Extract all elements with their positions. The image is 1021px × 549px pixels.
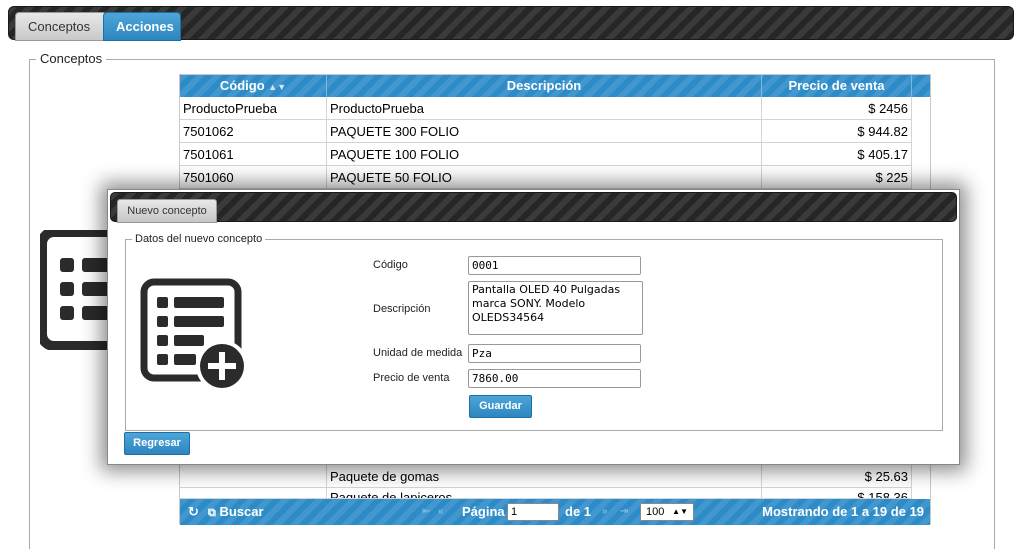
column-header-precio[interactable]: Precio de venta: [762, 75, 912, 97]
unidad-label: Unidad de medida: [373, 347, 463, 359]
precio-label: Precio de venta: [373, 372, 450, 384]
codigo-label: Código: [373, 259, 408, 271]
cell-precio: $ 225: [762, 166, 912, 189]
cell-codigo: 7501060: [180, 166, 327, 189]
cell-codigo: [180, 488, 327, 498]
guardar-button[interactable]: Guardar: [469, 395, 532, 418]
page-total-label: de 1: [565, 504, 592, 519]
conceptos-legend: Conceptos: [36, 51, 107, 66]
cell-codigo: 7501061: [180, 143, 327, 166]
search-label: Buscar: [219, 504, 264, 519]
cell-codigo: 7501062: [180, 120, 327, 143]
new-concept-dialog: Nuevo concepto Datos del nuevo concepto …: [107, 189, 960, 465]
unidad-input[interactable]: Pza: [468, 344, 641, 363]
tab-conceptos[interactable]: Conceptos: [15, 12, 107, 41]
cell-descripcion: PAQUETE 300 FOLIO: [327, 120, 762, 143]
search-icon: ⧉: [208, 507, 216, 519]
descripcion-textarea[interactable]: Pantalla OLED 40 Pulgadas marca SONY. Mo…: [468, 281, 643, 335]
precio-input[interactable]: 7860.00: [468, 369, 641, 388]
dialog-tab-bar: Nuevo concepto: [110, 192, 957, 223]
table-row[interactable]: 7501060 PAQUETE 50 FOLIO $ 225: [180, 166, 912, 189]
datos-legend: Datos del nuevo concepto: [132, 233, 266, 245]
cell-precio: $ 25.63: [762, 465, 912, 488]
cell-descripcion: Paquete de gomas: [327, 465, 762, 488]
grid-header: Código ▲▼ Descripción Precio de venta: [180, 75, 930, 97]
table-row[interactable]: Paquete de lapiceros $ 158.36: [180, 488, 912, 499]
first-page-icon[interactable]: ⇤: [422, 499, 430, 525]
add-list-icon: [140, 278, 248, 392]
column-header-descripcion[interactable]: Descripción: [327, 75, 762, 97]
cell-precio: $ 2456: [762, 97, 912, 120]
column-header-codigo[interactable]: Código ▲▼: [180, 75, 327, 97]
next-page-icon[interactable]: »: [602, 499, 608, 525]
page-label: Página: [462, 504, 505, 519]
tab-acciones[interactable]: Acciones: [103, 12, 181, 41]
cell-codigo: ProductoPrueba: [180, 97, 327, 120]
page-number-input[interactable]: [507, 503, 559, 521]
table-row[interactable]: Paquete de gomas $ 25.63: [180, 465, 912, 488]
column-label: Código: [219, 78, 265, 93]
refresh-icon[interactable]: ↻: [188, 499, 199, 525]
cell-descripcion: Paquete de lapiceros: [327, 488, 762, 498]
rows-per-page-select[interactable]: 100 ▲▼: [640, 503, 694, 521]
rows-per-page-value: 100: [646, 506, 665, 518]
top-tab-bar: Conceptos Acciones: [8, 6, 1014, 41]
tab-nuevo-concepto[interactable]: Nuevo concepto: [117, 199, 217, 223]
cell-precio: $ 158.36: [762, 488, 912, 498]
table-row[interactable]: 7501061 PAQUETE 100 FOLIO $ 405.17: [180, 143, 912, 166]
sort-icon: ▲▼: [268, 82, 287, 92]
prev-page-icon[interactable]: «: [438, 499, 444, 525]
codigo-input[interactable]: 0001: [468, 256, 641, 275]
last-page-icon[interactable]: ⇥: [620, 499, 628, 525]
table-row[interactable]: 7501062 PAQUETE 300 FOLIO $ 944.82: [180, 120, 912, 143]
grid-pager: ↻ ⧉ Buscar ⇤ « Página de 1 » ⇥ 100 ▲▼ Mo…: [180, 499, 930, 525]
cell-descripcion: PAQUETE 50 FOLIO: [327, 166, 762, 189]
descripcion-label: Descripción: [373, 303, 431, 315]
cell-descripcion: PAQUETE 100 FOLIO: [327, 143, 762, 166]
search-button[interactable]: ⧉ Buscar: [208, 499, 264, 525]
table-row[interactable]: ProductoPrueba ProductoPrueba $ 2456: [180, 97, 912, 120]
cell-precio: $ 944.82: [762, 120, 912, 143]
cell-precio: $ 405.17: [762, 143, 912, 166]
cell-descripcion: ProductoPrueba: [327, 97, 762, 120]
cell-codigo: [180, 465, 327, 488]
regresar-button[interactable]: Regresar: [124, 432, 190, 455]
chevron-down-icon: ▲▼: [672, 507, 688, 516]
records-summary: Mostrando de 1 a 19 de 19: [762, 504, 924, 519]
